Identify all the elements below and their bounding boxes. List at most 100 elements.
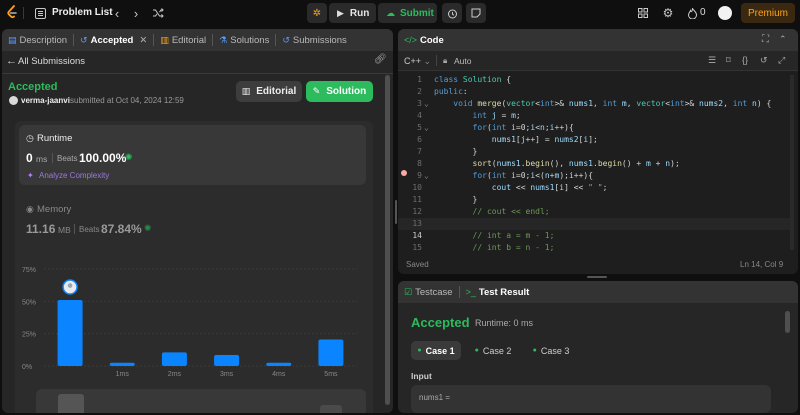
left-panel-scrollbar[interactable] xyxy=(385,75,390,405)
code-line: for(int i=0;i<n;i++){ xyxy=(472,123,574,132)
analyze-complexity-link[interactable]: Analyze Complexity xyxy=(39,171,109,180)
editorial-label: Editorial xyxy=(256,86,297,97)
run-button[interactable]: ▶ Run xyxy=(329,3,376,23)
line-number: 15 xyxy=(412,243,422,252)
input-label: Input xyxy=(411,371,432,381)
premium-button[interactable]: Premium xyxy=(741,3,795,23)
y-tick-label: 25% xyxy=(22,332,36,339)
close-tab-icon[interactable]: ✕ xyxy=(139,35,147,46)
timer-button[interactable] xyxy=(442,3,462,23)
case-3-tab[interactable]: ● Case 3 xyxy=(526,341,576,360)
notes-button[interactable] xyxy=(466,3,486,23)
user-avatar[interactable] xyxy=(718,6,732,20)
leetcode-logo[interactable] xyxy=(4,4,20,20)
line-number: 11 xyxy=(412,195,422,204)
case-label: Case 2 xyxy=(482,345,512,356)
code-line: // cout << endl; xyxy=(472,207,550,216)
layout-grid-icon[interactable] xyxy=(636,6,650,20)
code-editor[interactable]: 1 class Solution {2 public: 3 ⌄ void merge(v… xyxy=(398,74,790,259)
share-link-icon[interactable]: 🔗︎ xyxy=(374,54,387,65)
bookmark-icon[interactable]: ⌑ xyxy=(726,55,731,66)
language-select[interactable]: C++ ⌄ xyxy=(404,56,431,67)
streak-fire-icon[interactable] xyxy=(686,6,698,20)
debug-button[interactable]: ✲ xyxy=(307,3,327,23)
code-preview-card[interactable] xyxy=(36,389,366,413)
tab-test-result[interactable]: >_ Test Result xyxy=(460,281,536,303)
fold-chevron-icon[interactable]: ⌄ xyxy=(424,170,429,182)
code-panel: </> Code ⛶ ⌃ C++ ⌄ 🔒︎ Auto ☰ ⌑ {} ↺ ⤢ 1 c… xyxy=(398,29,798,274)
line-number: 10 xyxy=(412,183,422,192)
code-scrollbar[interactable] xyxy=(790,75,794,250)
shuffle-icon[interactable] xyxy=(151,6,165,20)
settings-gear-icon[interactable]: ⚙ xyxy=(661,6,675,20)
code-line: int j = m; xyxy=(472,111,521,120)
maximize-icon[interactable]: ⛶ xyxy=(762,34,769,45)
distribution-bar[interactable] xyxy=(266,362,292,366)
code-brackets-icon: </> xyxy=(404,35,418,45)
case-1-tab[interactable]: ● Case 1 xyxy=(411,341,461,360)
solution-button[interactable]: ✎ Solution xyxy=(306,81,373,102)
runtime-card[interactable]: ◷ Runtime 0 ms Beats 100.00% ✺ ✦ Analyze… xyxy=(19,125,366,185)
next-problem-icon[interactable]: › xyxy=(130,6,142,21)
auto-complete-toggle[interactable]: Auto xyxy=(454,56,472,66)
code-line: } xyxy=(434,195,478,204)
format-icon[interactable]: ☰ xyxy=(708,55,716,66)
distribution-bar[interactable] xyxy=(214,355,240,366)
line-number: 1 xyxy=(417,75,422,84)
runtime-distribution-chart[interactable]: 75% 50% 25% 0% 1ms 2ms 3ms 4ms 5ms xyxy=(22,261,367,389)
distribution-bar[interactable] xyxy=(109,362,135,366)
problem-list-link[interactable]: Problem List xyxy=(52,7,113,18)
clock-icon: ◷ xyxy=(26,133,34,143)
chevron-down-icon: ⌄ xyxy=(423,56,432,66)
editor-toolbar: C++ ⌄ 🔒︎ Auto ☰ ⌑ {} ↺ ⤢ xyxy=(398,51,798,71)
tab-label: Solutions xyxy=(230,34,270,46)
braces-icon[interactable]: {} xyxy=(742,55,748,65)
editorial-button[interactable]: ▥ Editorial xyxy=(236,81,302,102)
horizontal-resize-handle[interactable] xyxy=(587,276,607,278)
back-arrow-icon[interactable]: ← xyxy=(6,55,17,67)
distribution-bar[interactable] xyxy=(57,300,83,366)
tab-code[interactable]: </> Code xyxy=(398,29,450,51)
collapse-icon[interactable]: ⌃ xyxy=(779,34,787,45)
x-tick-label: 5ms xyxy=(324,371,338,378)
vertical-resize-handle[interactable] xyxy=(395,200,397,224)
result-scrollbar[interactable] xyxy=(785,311,790,333)
history-icon: ↺ xyxy=(282,34,290,45)
distribution-bar[interactable] xyxy=(318,339,344,366)
submitter-name[interactable]: verma-jaanvi xyxy=(21,96,70,105)
code-toggle[interactable] xyxy=(320,405,342,413)
memory-beats: 87.84% xyxy=(101,222,142,236)
code-title: Code xyxy=(420,34,444,46)
x-tick-label: 1ms xyxy=(116,371,130,378)
fold-chevron-icon[interactable]: ⌄ xyxy=(424,98,429,110)
code-line: } xyxy=(434,147,478,156)
tab-description[interactable]: ▤ Description xyxy=(2,29,73,51)
tab-submissions[interactable]: ↺ Submissions xyxy=(276,29,352,51)
tab-accepted[interactable]: ↺ Accepted ✕ xyxy=(74,29,153,51)
runtime-value: 0 xyxy=(26,151,33,165)
tab-solutions[interactable]: ⚗ Solutions xyxy=(213,29,275,51)
history-icon: ↺ xyxy=(80,34,88,45)
test-result-panel: ☑ Testcase >_ Test Result Accepted Runtime… xyxy=(398,281,798,413)
code-line: void merge(vector<int>& nums1, int m, ve… xyxy=(453,99,772,108)
fullscreen-icon[interactable]: ⤢ xyxy=(778,55,785,66)
alarm-clock-icon xyxy=(447,9,457,18)
tab-editorial[interactable]: ▥ Editorial xyxy=(154,29,212,51)
tab-testcase[interactable]: ☑ Testcase xyxy=(398,281,459,303)
reset-icon[interactable]: ↺ xyxy=(760,55,768,66)
memory-title[interactable]: Memory xyxy=(37,204,71,215)
all-submissions-link[interactable]: All Submissions xyxy=(18,56,85,67)
fold-chevron-icon[interactable]: ⌄ xyxy=(424,122,429,134)
problem-list-icon[interactable] xyxy=(33,6,47,20)
line-number: 12 xyxy=(412,207,422,216)
runtime-beats: 100.00% xyxy=(79,151,127,165)
case-2-tab[interactable]: ● Case 2 xyxy=(468,341,518,360)
distribution-bar[interactable] xyxy=(161,352,187,366)
submit-button[interactable]: ☁ Submit xyxy=(378,3,437,23)
code-line: // int b = n - 1; xyxy=(472,243,555,252)
prev-problem-icon[interactable]: ‹ xyxy=(111,6,123,21)
divider xyxy=(436,55,437,66)
note-icon xyxy=(471,8,481,18)
line-number: 4 xyxy=(417,111,422,120)
code-line: sort(nums1.begin(), nums1.begin() + m + … xyxy=(472,159,680,168)
